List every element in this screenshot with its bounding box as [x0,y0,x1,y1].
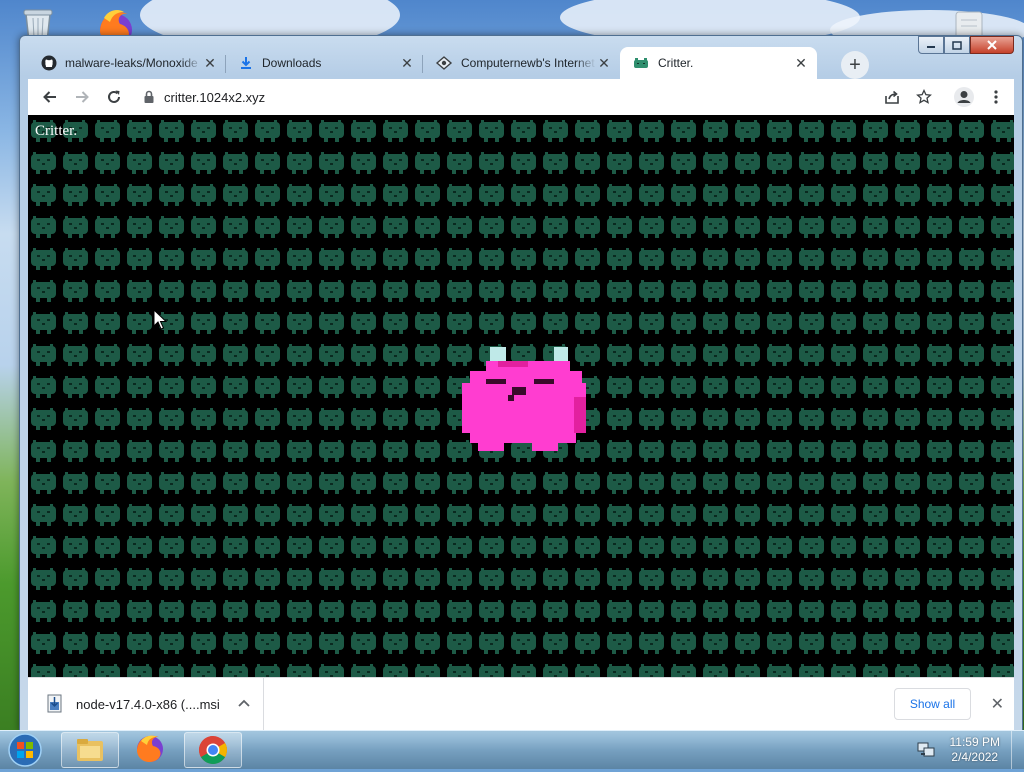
taskbar-firefox-button[interactable] [122,732,178,766]
chrome-icon [199,736,227,764]
profile-avatar-icon [954,87,974,107]
download-icon [241,57,251,69]
tab-title: malware-leaks/Monoxide [65,56,198,70]
download-bar: node-v17.4.0-x86 (....msi Show all ✕ [28,677,1014,730]
back-button[interactable] [34,81,66,113]
clock-date: 2/4/2022 [951,750,999,764]
share-icon [885,90,899,104]
close-tab-icon[interactable]: ✕ [793,55,809,72]
reload-icon [108,90,120,103]
folder-icon [77,739,103,761]
address-bar[interactable]: critter.1024x2.xyz [136,82,876,112]
github-icon [41,55,57,71]
browser-window: malware-leaks/Monoxide ✕ Downloads ✕ Com… [19,35,1023,732]
url-text[interactable]: critter.1024x2.xyz [164,90,265,105]
tab-title: Downloads [262,56,322,70]
tab-strip: malware-leaks/Monoxide ✕ Downloads ✕ Com… [29,45,1014,79]
menu-button[interactable] [980,81,1012,113]
chevron-up-icon[interactable] [238,698,250,710]
taskbar-clock[interactable]: 11:59 PM 2/4/2022 [950,735,1000,765]
forward-arrow-icon [76,91,89,103]
forward-button[interactable] [66,81,98,113]
share-button[interactable] [876,81,908,113]
start-button[interactable] [5,733,45,767]
mouse-cursor-icon [153,309,167,330]
tab-title: Computernewb's Internet [461,56,595,70]
tab-title: Critter. [658,56,694,70]
back-arrow-icon [43,91,56,103]
bookmark-button[interactable] [908,81,940,113]
tab-critter[interactable]: Critter. ✕ [620,47,817,79]
profile-button[interactable] [948,81,980,113]
show-all-button[interactable]: Show all [894,688,971,720]
page-content[interactable]: Critter. [28,115,1014,677]
show-desktop-button[interactable] [1011,731,1024,769]
new-tab-button[interactable]: + [841,51,869,79]
download-file-name: node-v17.4.0-x86 (....msi [76,696,220,712]
browser-toolbar: critter.1024x2.xyz [28,79,1014,115]
close-tab-icon[interactable]: ✕ [596,55,612,72]
taskbar: 11:59 PM 2/4/2022 [0,730,1024,769]
critter-icon [634,58,648,68]
firefox-icon [137,735,163,763]
star-icon [916,89,932,104]
taskbar-explorer-button[interactable] [61,732,119,768]
close-tab-icon[interactable]: ✕ [399,55,415,72]
msi-file-icon [47,694,62,713]
page-brand-title: Critter. [35,123,78,139]
tab-computernewb[interactable]: Computernewb's Internet ✕ [423,47,620,79]
system-tray: 11:59 PM 2/4/2022 [916,731,1024,769]
tab-downloads[interactable]: Downloads ✕ [226,47,423,79]
windows-orb-icon [8,733,42,767]
reload-button[interactable] [98,81,130,113]
lock-icon[interactable] [142,90,156,104]
more-vert-icon [994,90,998,104]
network-icon[interactable] [916,741,936,759]
download-item[interactable]: node-v17.4.0-x86 (....msi [28,678,264,730]
tab-github[interactable]: malware-leaks/Monoxide ✕ [29,47,226,79]
close-download-bar-icon[interactable]: ✕ [991,694,1004,714]
taskbar-chrome-button[interactable] [184,732,242,768]
vm-icon [435,56,453,70]
close-tab-icon[interactable]: ✕ [202,55,218,72]
pink-critter-sprite[interactable] [456,347,588,455]
clock-time: 11:59 PM [949,735,1000,749]
plus-icon: + [849,53,861,76]
